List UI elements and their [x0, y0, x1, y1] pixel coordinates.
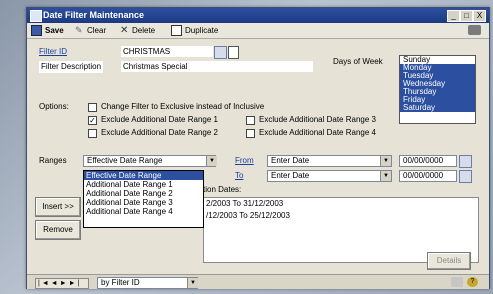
range-option[interactable]: Additional Date Range 4 — [84, 207, 203, 216]
from-date-field[interactable]: 00/00/0000 — [399, 155, 457, 167]
exclude-range-1-checkbox[interactable]: ✓ — [88, 116, 97, 125]
exclude-range-3-label: Exclude Additional Date Range 3 — [259, 115, 376, 124]
bottom-navigation-bar: |◄◄►►| by Filter ID ▼ ? — [27, 274, 489, 289]
days-of-week-listbox[interactable]: Sunday Monday Tuesday Wednesday Thursday Frid… — [399, 55, 476, 124]
remove-button[interactable]: Remove — [35, 220, 81, 240]
from-calendar-icon[interactable] — [459, 155, 472, 168]
to-date-field[interactable]: 00/00/0000 — [399, 170, 457, 182]
restore-button[interactable]: □ — [460, 10, 473, 22]
ranges-dropdown-arrow-icon[interactable]: ▼ — [206, 156, 217, 166]
days-of-week-label: Days of Week — [333, 57, 383, 66]
last-record-button[interactable]: ►| — [69, 280, 82, 287]
ranges-dropdown-list[interactable]: Effective Date Range Additional Date Rang… — [83, 170, 204, 228]
to-type-dropdown[interactable]: Enter Date — [267, 170, 392, 182]
exception-dates-label: tion Dates: — [203, 185, 242, 194]
clear-label: Clear — [87, 26, 107, 35]
exclude-range-1-label: Exclude Additional Date Range 1 — [101, 115, 218, 124]
lookup-icon[interactable] — [214, 46, 227, 59]
title-bar[interactable]: Date Filter Maintenance _ □ X — [27, 8, 489, 23]
date-filter-window: Date Filter Maintenance _ □ X Save ✎ Clea… — [26, 7, 490, 289]
duplicate-label: Duplicate — [185, 26, 219, 35]
window-title: Date Filter Maintenance — [43, 10, 145, 20]
delete-button[interactable]: ✕ Delete — [120, 25, 155, 36]
floppy-icon — [31, 25, 42, 37]
exclude-range-3-checkbox[interactable] — [246, 116, 255, 125]
save-label: Save — [45, 26, 64, 35]
to-label[interactable]: To — [235, 170, 243, 182]
to-calendar-icon[interactable] — [459, 170, 472, 183]
first-record-button[interactable]: |◄ — [38, 280, 51, 287]
filter-description-input[interactable]: Christmas Special — [121, 61, 313, 72]
filter-description-label: Filter Description — [39, 61, 104, 73]
record-navigation[interactable]: |◄◄►►| — [35, 278, 89, 289]
ranges-label: Ranges — [39, 156, 67, 165]
dates-list-item[interactable]: 2/2003 To 31/12/2003 — [204, 198, 478, 210]
change-filter-checkbox[interactable] — [88, 103, 97, 112]
range-option[interactable]: Additional Date Range 2 — [84, 189, 203, 198]
options-label: Options: — [39, 102, 69, 111]
sort-by-dropdown[interactable]: by Filter ID — [97, 277, 198, 289]
day-option[interactable]: Saturday — [400, 104, 475, 112]
note-icon[interactable] — [451, 277, 463, 287]
note-icon[interactable] — [228, 46, 239, 59]
toolbar: Save ✎ Clear ✕ Delete Duplicate — [27, 23, 489, 39]
delete-x-icon: ✕ — [120, 25, 129, 37]
sort-dropdown-arrow-icon[interactable]: ▼ — [187, 278, 198, 288]
filter-id-input[interactable]: CHRISTMAS — [121, 46, 213, 57]
change-filter-label: Change Filter to Exclusive instead of In… — [101, 102, 265, 111]
exclude-range-2-label: Exclude Additional Date Range 2 — [101, 128, 218, 137]
eraser-icon: ✎ — [75, 25, 83, 36]
from-type-dropdown[interactable]: Enter Date — [267, 155, 392, 167]
to-dropdown-arrow-icon[interactable]: ▼ — [380, 171, 391, 181]
exclude-range-2-checkbox[interactable] — [88, 129, 97, 138]
close-button[interactable]: X — [473, 10, 486, 22]
dates-list-item[interactable]: /12/2003 To 25/12/2003 — [204, 210, 478, 222]
from-label[interactable]: From — [235, 155, 254, 167]
help-icon[interactable]: ? — [467, 277, 478, 287]
exclude-range-4-label: Exclude Additional Date Range 4 — [259, 128, 376, 137]
range-option[interactable]: Additional Date Range 3 — [84, 198, 203, 207]
minimize-button[interactable]: _ — [447, 10, 460, 22]
print-icon[interactable] — [468, 25, 481, 35]
details-button[interactable]: Details — [427, 252, 471, 270]
insert-button[interactable]: Insert >> — [35, 197, 81, 217]
prev-record-button[interactable]: ◄ — [51, 280, 60, 287]
range-option[interactable]: Effective Date Range — [84, 171, 203, 180]
duplicate-icon — [171, 25, 182, 37]
clear-button[interactable]: ✎ Clear — [75, 25, 106, 36]
from-dropdown-arrow-icon[interactable]: ▼ — [380, 156, 391, 166]
delete-label: Delete — [132, 26, 156, 35]
filter-id-label[interactable]: Filter ID — [39, 46, 67, 58]
next-record-button[interactable]: ► — [60, 280, 69, 287]
exclude-range-4-checkbox[interactable] — [246, 129, 255, 138]
range-option[interactable]: Additional Date Range 1 — [84, 180, 203, 189]
app-icon — [30, 10, 42, 22]
duplicate-button[interactable]: Duplicate — [171, 25, 219, 37]
save-button[interactable]: Save — [31, 25, 64, 37]
ranges-dropdown[interactable]: Effective Date Range — [83, 155, 216, 167]
